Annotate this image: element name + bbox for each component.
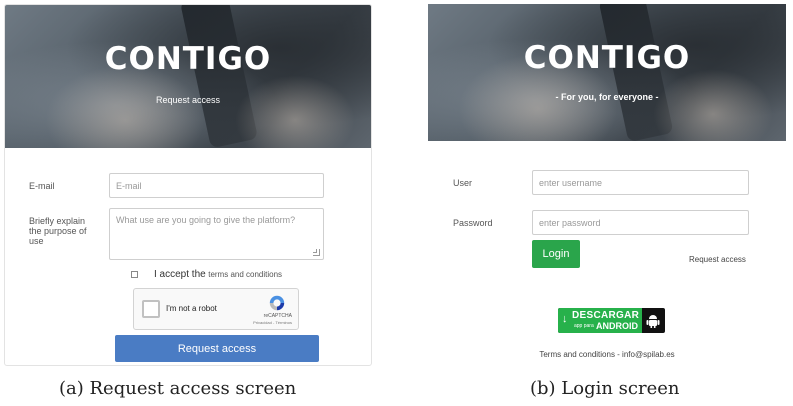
login-button[interactable]: Login <box>532 240 580 268</box>
username-field[interactable]: enter username <box>532 170 749 195</box>
resize-handle-icon[interactable] <box>313 249 320 256</box>
page-subtitle: Request access <box>155 95 221 105</box>
captcha-brand: reCAPTCHA <box>263 313 292 319</box>
request-access-panel: CONTIGO Request access E-mail E-mail Bri… <box>4 4 372 366</box>
login-panel: CONTIGO - For you, for everyone - User e… <box>428 4 786 366</box>
badge-platform-text: ANDROID <box>596 321 638 331</box>
terms-checkbox[interactable] <box>131 271 138 278</box>
caption-a: (a) Request access screen <box>59 378 297 399</box>
recaptcha-logo-icon <box>269 295 285 311</box>
password-label: Password <box>453 218 493 228</box>
android-download-badge[interactable]: ↓ DESCARGAR app para ANDROID <box>558 308 665 333</box>
captcha-links[interactable]: Privacidad - Términos <box>253 320 292 325</box>
captcha-text: I'm not a robot <box>166 304 217 313</box>
purpose-placeholder: What use are you going to give the platf… <box>116 215 296 225</box>
request-access-link[interactable]: Request access <box>689 255 746 264</box>
badge-small-text: app para <box>574 323 594 329</box>
hand-image <box>45 65 205 148</box>
terms-link[interactable]: terms and conditions <box>208 270 282 279</box>
brand-title: CONTIGO <box>104 41 272 77</box>
hero-banner: CONTIGO Request access <box>5 5 371 148</box>
password-field[interactable]: enter password <box>532 210 749 235</box>
request-access-button[interactable]: Request access <box>115 335 319 362</box>
hand-image <box>653 69 773 141</box>
purpose-textarea[interactable]: What use are you going to give the platf… <box>109 208 324 260</box>
download-arrow-icon: ↓ <box>562 313 568 325</box>
user-label: User <box>453 178 473 188</box>
footer-text[interactable]: Terms and conditions - info@spilab.es <box>428 350 786 359</box>
caption-b: (b) Login screen <box>530 378 680 399</box>
email-label: E-mail <box>29 181 55 191</box>
badge-main-text: DESCARGAR <box>572 310 640 321</box>
brand-tagline: - For you, for everyone - <box>555 92 659 102</box>
terms-line: I accept the terms and conditions <box>154 269 282 280</box>
recaptcha-widget: I'm not a robot reCAPTCHA Privacidad - T… <box>133 288 299 330</box>
android-robot-icon <box>646 315 660 328</box>
brand-title: CONTIGO <box>523 40 691 76</box>
purpose-label: Briefly explain the purpose of use <box>29 216 87 246</box>
accept-text: I accept the <box>154 269 206 280</box>
hero-banner: CONTIGO - For you, for everyone - <box>428 4 786 141</box>
hand-image <box>235 75 355 148</box>
email-field[interactable]: E-mail <box>109 173 324 198</box>
captcha-checkbox[interactable] <box>142 300 160 318</box>
